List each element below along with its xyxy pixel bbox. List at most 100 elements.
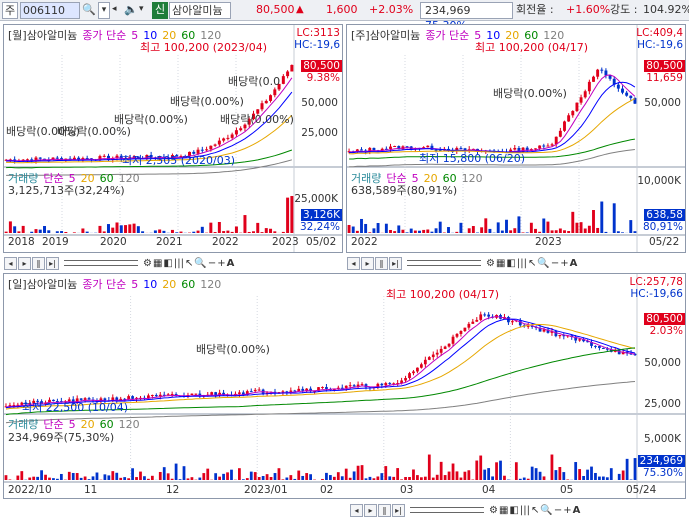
monthly-chart-panel[interactable]: [월]삼아알미늄 종가 단순 5 10 20 60 120 LC:3113 HC:-19,6… [3,24,343,253]
pause-icon[interactable]: ‖ [375,256,388,270]
search-icon[interactable]: 🔍 [82,2,96,19]
volume-bar [52,478,55,480]
volume-bar [542,476,546,480]
volume-bar [582,476,585,480]
volume-bar [48,477,51,480]
volume-bar [241,479,245,480]
bars-icon[interactable]: ||| [174,258,184,269]
ma120-label: 120 [461,172,483,185]
volume-bar [409,228,413,233]
scroll-left-icon[interactable]: ◂ [350,503,363,517]
toggle-icon[interactable]: ◧ [506,258,515,269]
volume-bar [550,454,554,480]
volume-bar [621,470,625,480]
ma5-line [349,74,636,153]
candle-body [293,390,297,392]
volume-bar [56,478,59,480]
volume-bar [4,231,8,233]
volume-tag: 3,126K [301,209,342,221]
candle-body [234,130,238,135]
candle-body [601,347,605,349]
text-icon[interactable]: A [570,258,578,269]
bars-icon[interactable]: ||| [517,258,527,269]
grid-icon[interactable]: ▦ [153,258,162,269]
market-select[interactable]: 주 [2,2,18,19]
volume-bar [297,470,301,480]
volume-bar [123,477,127,480]
volume-bar [206,468,210,480]
volume-bar [575,222,579,233]
toggle-icon[interactable]: ◧ [163,258,172,269]
volume-bar [538,231,542,233]
volume-bar [226,230,230,233]
volume-bar [115,472,119,480]
candle-body [239,128,243,131]
candle-body [230,134,234,138]
volume-bar [127,478,131,480]
grid-icon[interactable]: ▦ [499,505,508,516]
prev-icon[interactable]: ◂ [112,2,124,19]
grid-icon[interactable]: ▦ [496,258,505,269]
volume-bar [209,222,213,233]
scroll-left-icon[interactable]: ◂ [4,256,17,270]
cursor-icon[interactable]: ↖ [185,258,193,269]
cursor-icon[interactable]: ↖ [531,505,539,516]
scroll-left-icon[interactable]: ◂ [347,256,360,270]
monthly-chart-svg[interactable] [4,25,343,253]
low-annotation: 최저 15,800 (06/20) [419,152,526,165]
text-icon[interactable]: A [227,258,235,269]
magnify-icon[interactable]: 🔍 [540,505,552,516]
magnify-icon[interactable]: 🔍 [194,258,206,269]
volume-bar [344,468,348,480]
candle-body [455,333,459,337]
cursor-icon[interactable]: ↖ [528,258,536,269]
candle-body [451,336,455,344]
settings-icon[interactable]: ⚙ [489,505,498,516]
pause-icon[interactable]: ‖ [32,256,45,270]
candle-body [594,345,597,347]
hc-label: HC:-19,66 [630,288,683,300]
speaker-icon[interactable]: 🔈 [124,2,138,19]
chevron-down-icon[interactable]: ▾ [139,2,149,19]
scroll-right-icon[interactable]: ▸ [361,256,374,270]
volume-bar [405,232,409,233]
candle-body [483,314,487,316]
pause-icon[interactable]: ‖ [378,503,391,517]
settings-icon[interactable]: ⚙ [143,258,152,269]
weekly-chart-panel[interactable]: [주]삼아알미늄 종가 단순 5 10 20 60 120 LC:409,4 HC:-19,… [346,24,686,253]
scroll-right-icon[interactable]: ▸ [18,256,31,270]
plus-icon[interactable]: + [563,505,571,516]
volume-bar [629,479,633,480]
bars-icon[interactable]: ||| [520,505,530,516]
settings-icon[interactable]: ⚙ [486,258,495,269]
daily-chart-svg[interactable] [4,274,686,499]
end-icon[interactable]: ▸| [389,256,402,270]
text-icon[interactable]: A [573,505,581,516]
weekly-chart-svg[interactable] [347,25,686,253]
zoom-slider[interactable] [410,507,484,513]
scroll-right-icon[interactable]: ▸ [364,503,377,517]
dropdown-icon[interactable]: ▾ [98,2,110,19]
volume-bar [376,223,380,233]
toggle-icon[interactable]: ◧ [509,505,518,516]
plus-icon[interactable]: + [217,258,225,269]
volume-bar [200,226,204,233]
end-icon[interactable]: ▸| [46,256,59,270]
volume-bar [431,477,435,480]
plus-icon[interactable]: + [560,258,568,269]
minus-icon[interactable]: − [551,258,559,269]
stock-code-input[interactable]: 006110 [20,2,80,19]
volume-bar [598,476,601,480]
zoom-slider[interactable] [407,260,481,266]
zoom-slider[interactable] [64,260,138,266]
candle-body [264,100,268,104]
end-icon[interactable]: ▸| [392,503,405,517]
volume-bar [563,230,566,233]
volume-bar [372,478,376,480]
minus-icon[interactable]: − [554,505,562,516]
magnify-icon[interactable]: 🔍 [537,258,549,269]
daily-chart-panel[interactable]: [일]삼아알미늄 종가 단순 5 10 20 60 120 LC:257,78 HC:-19… [3,273,686,499]
volume-bar [475,460,479,480]
ma10-line [5,318,636,409]
minus-icon[interactable]: − [208,258,216,269]
